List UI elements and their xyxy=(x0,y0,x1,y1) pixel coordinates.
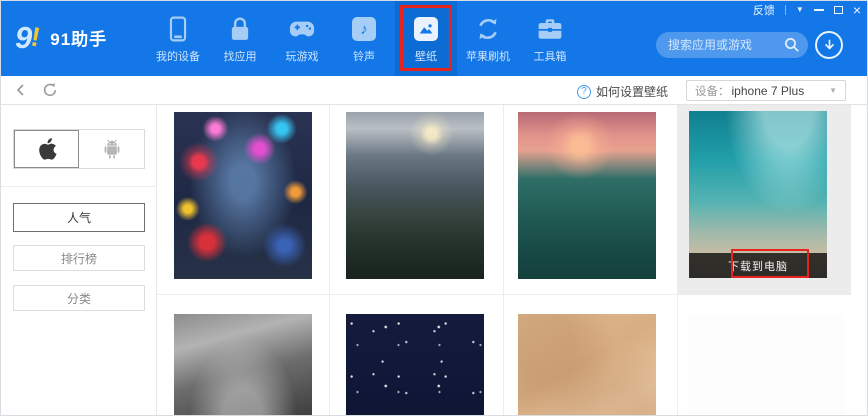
wallpaper-grid: 下载到电脑 xyxy=(157,105,867,415)
sync-icon xyxy=(475,16,501,42)
wallpaper-icon xyxy=(413,16,439,42)
grid-row-divider xyxy=(157,294,851,295)
secondary-toolbar: ? 如何设置壁纸 设备： iphone 7 Plus ▼ xyxy=(1,76,867,105)
minimize-button[interactable] xyxy=(813,9,824,11)
help-link-label: 如何设置壁纸 xyxy=(595,85,668,99)
app-logo: 9 ! 91助手 xyxy=(15,15,107,59)
wallpaper-thumbnail-dog[interactable] xyxy=(689,314,845,415)
music-note-icon: ♪ xyxy=(351,16,377,42)
maximize-button[interactable] xyxy=(833,6,843,14)
android-icon xyxy=(100,136,124,162)
wallpaper-thumbnail-ocean-sunset[interactable] xyxy=(518,112,656,279)
download-arrow-icon xyxy=(824,39,834,49)
app-title: 91助手 xyxy=(50,29,108,49)
lock-bag-icon xyxy=(227,16,253,42)
titlebar-separator xyxy=(784,5,786,15)
header-bar: 9 ! 91助手 我的设备 找应用 玩游戏 ♪ 铃声 壁纸 苹果刷机 工具箱 反… xyxy=(1,1,867,76)
app-window: 9 ! 91助手 我的设备 找应用 玩游戏 ♪ 铃声 壁纸 苹果刷机 工具箱 反… xyxy=(0,0,868,416)
close-button[interactable]: × xyxy=(853,3,861,17)
sidebar-item-popular[interactable]: 人气 xyxy=(13,203,145,232)
wallpaper-thumbnail-underwater[interactable]: 下载到电脑 xyxy=(689,111,827,278)
menu-caret-icon[interactable]: ▼ xyxy=(796,6,804,14)
platform-android-button[interactable] xyxy=(79,130,144,168)
search-icon[interactable] xyxy=(784,37,800,53)
nav-tab-label: 我的设备 xyxy=(156,51,200,63)
nav-tab-toolbox[interactable]: 工具箱 xyxy=(519,1,581,76)
toolbox-icon xyxy=(537,16,563,42)
nav-tab-apple-flash[interactable]: 苹果刷机 xyxy=(457,1,519,76)
nav-tab-games[interactable]: 玩游戏 xyxy=(271,1,333,76)
wallpaper-thumbnail-mountain[interactable] xyxy=(346,112,484,279)
download-button-label: 下载到电脑 xyxy=(728,260,788,273)
nav-tab-label: 找应用 xyxy=(223,51,257,63)
wallpaper-thumbnail-parchment[interactable] xyxy=(518,314,656,415)
search-box xyxy=(656,32,808,58)
main-nav: 我的设备 找应用 玩游戏 ♪ 铃声 壁纸 苹果刷机 工具箱 xyxy=(147,1,581,76)
how-to-set-wallpaper-link[interactable]: ? 如何设置壁纸 xyxy=(576,83,668,100)
back-icon[interactable] xyxy=(14,83,30,99)
refresh-icon[interactable] xyxy=(42,82,58,98)
apple-icon xyxy=(36,136,58,162)
nav-tab-label: 苹果刷机 xyxy=(466,51,510,63)
download-to-pc-button[interactable]: 下载到电脑 xyxy=(689,253,827,278)
grid-divider xyxy=(677,105,678,415)
question-circle-icon: ? xyxy=(576,84,591,99)
download-manager-button[interactable] xyxy=(815,31,843,59)
nav-tab-label: 工具箱 xyxy=(533,51,567,63)
search-input[interactable] xyxy=(668,32,780,58)
sidebar-item-rankings[interactable]: 排行榜 xyxy=(13,245,145,271)
gamepad-icon xyxy=(289,16,315,42)
sidebar-divider xyxy=(1,186,157,187)
nav-tab-find-apps[interactable]: 找应用 xyxy=(209,1,271,76)
nav-tab-my-device[interactable]: 我的设备 xyxy=(147,1,209,76)
music-note-glyph: ♪ xyxy=(360,20,368,38)
phone-icon xyxy=(165,16,191,42)
grid-divider xyxy=(329,105,330,415)
device-name: iphone 7 Plus xyxy=(731,83,805,98)
sidebar: 人气 排行榜 分类 xyxy=(1,105,157,415)
nav-tab-label: 铃声 xyxy=(353,51,375,63)
platform-apple-button[interactable] xyxy=(14,130,79,168)
nav-tab-label: 壁纸 xyxy=(415,51,437,63)
platform-toggle xyxy=(13,129,145,169)
nav-tab-wallpaper[interactable]: 壁纸 xyxy=(395,1,457,76)
wallpaper-thumbnail-neon-street[interactable] xyxy=(174,112,312,279)
sidebar-item-categories[interactable]: 分类 xyxy=(13,285,145,311)
device-selector[interactable]: 设备： iphone 7 Plus ▼ xyxy=(686,80,846,101)
wallpaper-thumbnail-lion[interactable] xyxy=(174,314,312,415)
feedback-link[interactable]: 反馈 xyxy=(753,2,775,18)
grid-divider xyxy=(503,105,504,415)
wallpaper-thumbnail-starry-sky[interactable] xyxy=(346,314,484,415)
nav-tab-ringtones[interactable]: ♪ 铃声 xyxy=(333,1,395,76)
chevron-down-icon: ▼ xyxy=(829,86,837,95)
nav-tab-label: 玩游戏 xyxy=(285,51,319,63)
titlebar-controls: 反馈 ▼ × xyxy=(753,3,861,17)
device-label-prefix: 设备： xyxy=(695,85,730,98)
